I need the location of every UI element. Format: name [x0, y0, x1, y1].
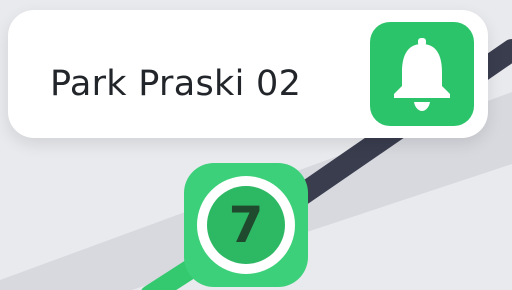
- route-marker[interactable]: 7: [184, 163, 308, 287]
- bell-icon: [394, 38, 450, 111]
- route-marker-ring: 7: [197, 176, 295, 274]
- stop-name-label: Park Praski 02: [50, 64, 302, 104]
- route-marker-disc: 7: [207, 186, 285, 264]
- route-number: 7: [228, 196, 264, 254]
- stop-alert-button[interactable]: [370, 22, 474, 126]
